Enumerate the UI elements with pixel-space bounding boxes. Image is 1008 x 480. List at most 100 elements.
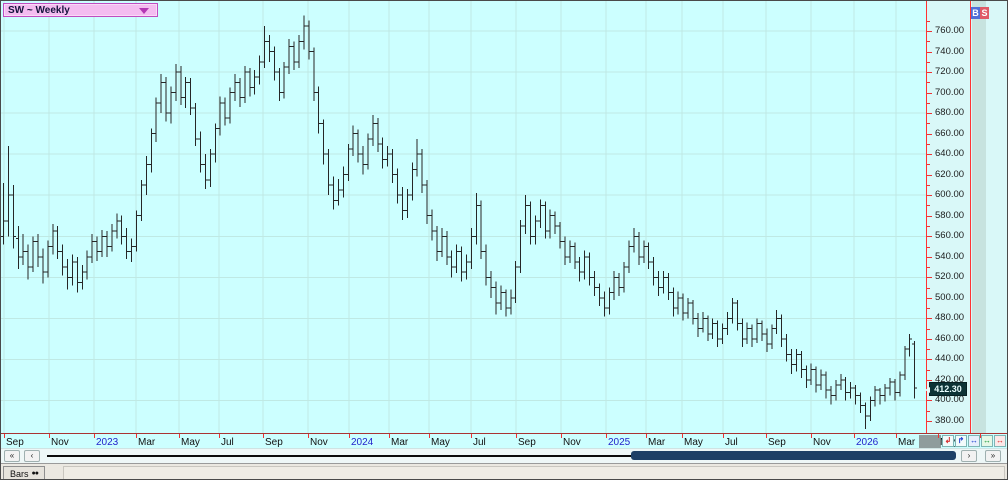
price-axis-tick: [927, 236, 932, 237]
price-axis-label: 660.00: [935, 128, 964, 139]
time-axis-tick: [429, 434, 430, 438]
time-axis-tick: [179, 434, 180, 438]
pan-horizontal-red-icon[interactable]: ↔: [994, 435, 1006, 447]
scroll-far-right-button[interactable]: »: [985, 450, 1001, 462]
time-axis-month-label: May: [181, 437, 200, 448]
chart-plot-area[interactable]: [1, 1, 926, 433]
price-axis-tick: [927, 329, 930, 330]
pan-horizontal-green-icon[interactable]: ↔: [981, 435, 993, 447]
right-margin-pane: [970, 1, 1008, 448]
price-axis-tick: [927, 134, 932, 135]
time-axis-month-label: Nov: [310, 437, 328, 448]
time-axis-year-label: 2024: [351, 437, 373, 448]
price-axis-tick: [927, 62, 930, 63]
time-axis-tick: [49, 434, 50, 438]
price-axis-tick: [927, 226, 930, 227]
price-axis-label: 380.00: [935, 415, 964, 426]
price-axis-label: 680.00: [935, 107, 964, 118]
price-axis-label: 540.00: [935, 251, 964, 262]
price-axis-tick: [927, 123, 930, 124]
price-axis-label: 460.00: [935, 333, 964, 344]
time-axis-month-label: May: [431, 437, 450, 448]
time-axis-tick: [263, 434, 264, 438]
time-axis-month-label: Mar: [648, 437, 665, 448]
time-axis: ↲↱↔↔↔ SepNov2023MarMayJulSepNov2024MarMa…: [1, 433, 1008, 448]
price-axis-label: 560.00: [935, 230, 964, 241]
price-axis-tick: [927, 349, 930, 350]
trading-chart-window: SW ~ Weekly 412.30 760.00740.00720.00700…: [0, 0, 1008, 480]
link-dots-icon: ●●: [32, 468, 38, 480]
price-axis-label: 400.00: [935, 394, 964, 405]
time-axis-tick: [766, 434, 767, 438]
time-axis-tick: [349, 434, 350, 438]
price-axis-tick: [927, 298, 932, 299]
redo-zoom-icon[interactable]: ↱: [955, 435, 967, 447]
price-axis-tick: [927, 164, 930, 165]
undo-zoom-icon[interactable]: ↲: [942, 435, 954, 447]
time-axis-tick: [219, 434, 220, 438]
time-axis-tick: [646, 434, 647, 438]
price-axis-label: 500.00: [935, 292, 964, 303]
time-axis-year-label: 2025: [608, 437, 630, 448]
price-axis-tick: [927, 195, 932, 196]
time-axis-month-label: Mar: [898, 437, 915, 448]
scroll-left-button[interactable]: ‹: [24, 450, 40, 462]
price-axis-tick: [927, 257, 932, 258]
price-axis-tick: [927, 21, 930, 22]
time-axis-month-label: Sep: [265, 437, 283, 448]
price-axis-tick: [927, 421, 932, 422]
time-axis-month-label: Nov: [51, 437, 69, 448]
scrollbar-thumb[interactable]: [631, 451, 956, 460]
price-axis-tick: [927, 411, 930, 412]
price-axis-label: 480.00: [935, 312, 964, 323]
tab-bars[interactable]: Bars ●●: [3, 466, 45, 480]
bottom-tab-bar: Bars ●●: [1, 463, 1008, 480]
price-axis-tick: [927, 339, 932, 340]
time-axis-month-label: Jul: [473, 437, 486, 448]
price-axis-tick: [927, 380, 932, 381]
time-axis-month-label: Jul: [725, 437, 738, 448]
time-axis-tick: [94, 434, 95, 438]
right-scroll-strip: [972, 1, 986, 448]
time-axis-month-label: Sep: [518, 437, 536, 448]
price-axis-tick: [927, 82, 930, 83]
price-axis-tick: [927, 400, 932, 401]
price-axis-label: 700.00: [935, 87, 964, 98]
symbol-timeframe-dropdown[interactable]: SW ~ Weekly: [3, 3, 158, 17]
scrollbar-track[interactable]: [47, 455, 631, 457]
price-axis-tick: [927, 318, 932, 319]
price-axis-tick: [927, 103, 930, 104]
time-axis-tick: [136, 434, 137, 438]
price-axis-tick: [927, 144, 930, 145]
price-axis-tick: [927, 359, 932, 360]
time-axis-month-label: Sep: [6, 437, 24, 448]
price-axis: 412.30 760.00740.00720.00700.00680.00660…: [926, 1, 970, 448]
time-axis-tick: [896, 434, 897, 438]
price-axis-tick: [927, 93, 932, 94]
price-axis-label: 740.00: [935, 46, 964, 57]
buy-button[interactable]: B: [971, 7, 980, 19]
symbol-timeframe-label: SW ~ Weekly: [8, 5, 70, 16]
time-axis-tick: [854, 434, 855, 438]
chart-scrollbar: « ‹ › »: [1, 448, 1008, 463]
scroll-right-button[interactable]: ›: [961, 450, 977, 462]
scroll-far-left-button[interactable]: «: [4, 450, 20, 462]
price-axis-tick: [927, 72, 932, 73]
chevron-down-icon: [139, 8, 149, 14]
tab-bars-label: Bars: [10, 468, 29, 480]
pan-horizontal-blue-icon[interactable]: ↔: [968, 435, 980, 447]
price-axis-label: 440.00: [935, 353, 964, 364]
last-price-tag: 412.30: [929, 382, 967, 396]
price-axis-label: 580.00: [935, 210, 964, 221]
price-axis-tick: [927, 41, 930, 42]
price-axis-tick: [927, 113, 932, 114]
price-axis-tick: [927, 288, 930, 289]
time-axis-tick: [561, 434, 562, 438]
price-tag-pointer-icon: [925, 387, 930, 393]
price-axis-label: 720.00: [935, 66, 964, 77]
sell-button[interactable]: S: [980, 7, 989, 19]
time-axis-month-label: Mar: [391, 437, 408, 448]
price-axis-tick: [927, 175, 932, 176]
price-axis-label: 600.00: [935, 189, 964, 200]
time-axis-month-label: Jul: [221, 437, 234, 448]
